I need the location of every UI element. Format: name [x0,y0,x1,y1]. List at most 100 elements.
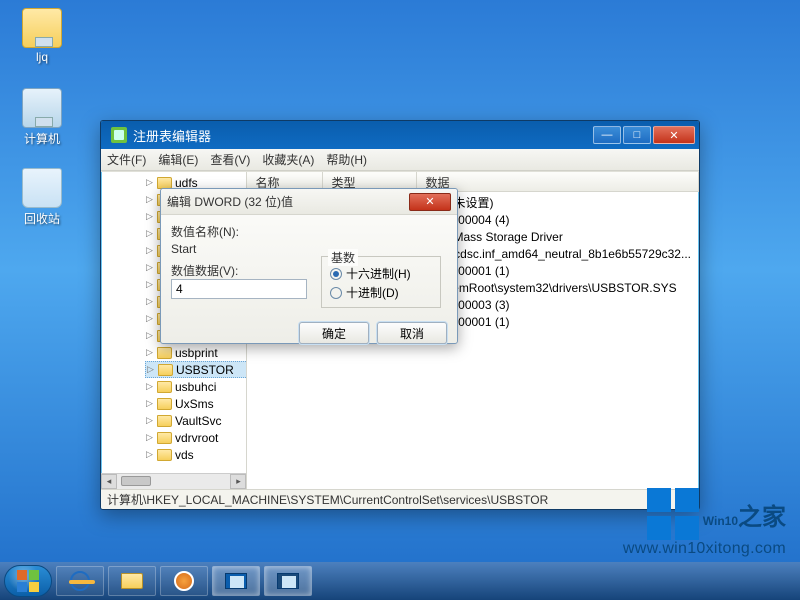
watermark-url: www.win10xitong.com [623,540,786,558]
tree-node-label: vds [175,448,194,462]
menu-view[interactable]: 查看(V) [210,151,250,168]
taskbar-app2[interactable] [264,566,312,596]
tree-node[interactable]: ▷ USBSTOR [145,361,247,378]
radio-hex[interactable]: 十六进制(H) [330,265,432,282]
window-title: 注册表编辑器 [133,126,593,145]
windows-logo-icon [647,488,699,540]
folder-icon [158,364,173,376]
tree-node[interactable]: ▷ vds [145,446,247,463]
desktop-icon-label: 回收站 [12,210,72,227]
tree-node[interactable]: ▷ UxSms [145,395,247,412]
expand-icon[interactable]: ▷ [145,280,154,289]
desktop-icon-recycle-bin[interactable]: 回收站 [12,168,72,227]
windows-orb-icon [15,568,41,594]
expand-icon[interactable]: ▷ [145,314,154,323]
cell-data: 0x00000001 (1) [417,315,699,329]
expand-icon[interactable]: ▷ [145,331,154,340]
ok-button[interactable]: 确定 [299,322,369,344]
taskbar-ie[interactable] [56,566,104,596]
radio-icon [330,268,342,280]
base-legend: 基数 [328,249,358,266]
expand-icon[interactable]: ▷ [145,399,154,408]
watermark-brand-zh: 之家 [738,504,786,531]
expand-icon[interactable]: ▷ [145,212,154,221]
tree-node[interactable]: ▷ vdrvroot [145,429,247,446]
close-button[interactable]: ✕ [653,126,695,144]
taskbar[interactable] [0,562,800,600]
radio-hex-label: 十六进制(H) [346,265,411,282]
expand-icon[interactable]: ▷ [145,297,154,306]
expand-icon[interactable]: ▷ [145,450,154,459]
expand-icon[interactable]: ▷ [145,382,154,391]
expand-icon[interactable]: ▷ [145,178,154,187]
scroll-left-arrow[interactable]: ◂ [101,474,117,489]
start-button[interactable] [4,565,52,597]
dialog-close-button[interactable]: ✕ [409,193,451,211]
tree-node-label: usbuhci [175,380,216,394]
desktop-icon-label: ljq [12,50,72,64]
cell-data: (数值未设置) [417,194,699,211]
status-path: 计算机\HKEY_LOCAL_MACHINE\SYSTEM\CurrentCon… [107,491,548,508]
cell-data: 0x00000001 (1) [417,264,699,278]
taskbar-explorer[interactable] [108,566,156,596]
base-groupbox: 基数 十六进制(H) 十进制(D) [321,256,441,308]
folder-icon [157,177,172,189]
folder-icon [157,449,172,461]
folder-icon [157,398,172,410]
regedit-icon [111,127,127,143]
minimize-button[interactable]: — [593,126,621,144]
ie-icon [70,571,90,591]
expand-icon[interactable]: ▷ [145,263,154,272]
desktop-icon-computer[interactable]: 计算机 [12,88,72,147]
folder-icon [22,8,62,48]
desktop-icon-label: 计算机 [12,130,72,147]
tree-node[interactable]: ▷ VaultSvc [145,412,247,429]
expand-icon[interactable]: ▷ [145,433,154,442]
menu-file[interactable]: 文件(F) [107,151,146,168]
dialog-titlebar[interactable]: 编辑 DWORD (32 位)值 ✕ [161,189,457,215]
maximize-button[interactable]: □ [623,126,651,144]
cancel-button[interactable]: 取消 [377,322,447,344]
dialog-title: 编辑 DWORD (32 位)值 [167,193,409,210]
watermark-brand-en: Win10 [703,514,738,528]
tree-node-label: USBSTOR [176,363,234,377]
computer-icon [22,88,62,128]
watermark: Win10之家 www.win10xitong.com [623,488,786,558]
scroll-right-arrow[interactable]: ▸ [230,474,246,489]
value-name-label: 数值名称(N): [171,223,447,240]
tree-node-label: UxSms [175,397,214,411]
app-icon [225,573,247,589]
menu-edit[interactable]: 编辑(E) [158,151,198,168]
app-icon [277,573,299,589]
expand-icon[interactable]: ▷ [146,365,155,374]
folder-icon [121,573,143,589]
expand-icon[interactable]: ▷ [145,229,154,238]
radio-dec[interactable]: 十进制(D) [330,284,432,301]
titlebar[interactable]: 注册表编辑器 — □ ✕ [101,121,699,149]
menubar: 文件(F) 编辑(E) 查看(V) 收藏夹(A) 帮助(H) [101,149,699,171]
cell-data: 0x00000004 (4) [417,213,699,227]
expand-icon[interactable]: ▷ [145,246,154,255]
menu-help[interactable]: 帮助(H) [326,151,367,168]
desktop-icon-user[interactable]: ljq [12,8,72,64]
taskbar-app1[interactable] [212,566,260,596]
cell-data: USB Mass Storage Driver [417,230,699,244]
wmp-icon [174,571,194,591]
recycle-bin-icon [22,168,62,208]
tree-node-label: vdrvroot [175,431,218,445]
tree-node[interactable]: ▷ usbuhci [145,378,247,395]
scroll-thumb[interactable] [121,476,151,486]
edit-dword-dialog: 编辑 DWORD (32 位)值 ✕ 数值名称(N): Start 数值数据(V… [160,188,458,344]
expand-icon[interactable]: ▷ [145,195,154,204]
col-data[interactable]: 数据 [417,172,699,191]
tree-node-label: VaultSvc [175,414,221,428]
tree-scrollbar[interactable]: ◂ ▸ [101,473,246,489]
expand-icon[interactable]: ▷ [145,348,154,357]
menu-favorites[interactable]: 收藏夹(A) [262,151,314,168]
value-data-input[interactable] [171,279,307,299]
folder-icon [157,415,172,427]
status-bar: 计算机\HKEY_LOCAL_MACHINE\SYSTEM\CurrentCon… [101,489,699,509]
expand-icon[interactable]: ▷ [145,416,154,425]
taskbar-wmp[interactable] [160,566,208,596]
value-name-field: Start [171,242,447,256]
